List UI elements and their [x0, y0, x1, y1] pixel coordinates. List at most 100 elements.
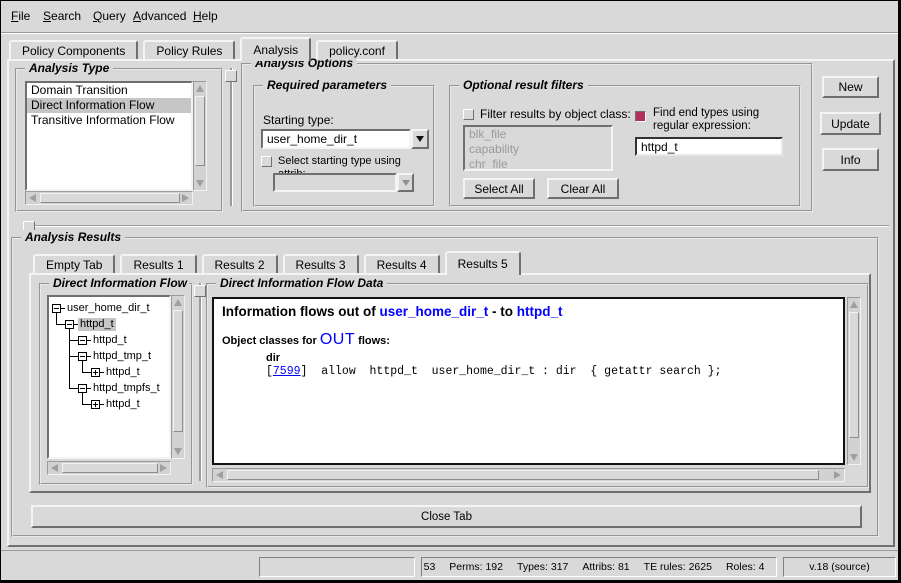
menu-help[interactable]: Help [193, 9, 218, 23]
update-button[interactable]: Update [820, 112, 881, 135]
tree-expand-icon[interactable] [91, 368, 100, 377]
data-hscrollbar[interactable] [212, 468, 845, 482]
tree-hscrollbar[interactable] [47, 461, 171, 475]
data-vscrollbar[interactable] [847, 297, 861, 465]
tree-collapse-icon[interactable] [78, 336, 87, 345]
analysis-type-listbox[interactable]: Domain TransitionDirect Information Flow… [25, 81, 193, 191]
sash-handle[interactable] [194, 285, 206, 297]
scrollbar-thumb[interactable] [173, 310, 183, 432]
flow-heading: Information flows out of user_home_dir_t… [222, 304, 835, 319]
starting-type-dropdown-button[interactable] [411, 129, 429, 149]
list-item[interactable]: blk_file [465, 127, 611, 142]
tree-connector [82, 361, 83, 373]
tree-node[interactable]: httpd_t [104, 366, 142, 379]
scroll-up-icon[interactable] [850, 301, 858, 308]
tree-node[interactable]: httpd_t [78, 318, 116, 331]
clear-all-label: Clear All [561, 182, 606, 196]
starting-type-combobox[interactable]: user_home_dir_t [261, 129, 411, 149]
object-class-listbox[interactable]: blk_filecapabilitychr_file [463, 125, 613, 171]
tree-node[interactable]: httpd_tmpfs_t [91, 382, 162, 395]
results-tab-results-5[interactable]: Results 5 [445, 251, 521, 275]
tab-policy-components[interactable]: Policy Components [9, 40, 138, 59]
menu-file[interactable]: File [11, 9, 30, 23]
scrollbar-thumb[interactable] [227, 470, 819, 480]
starting-type-label: Starting type: [263, 113, 334, 127]
menu-search[interactable]: Search [43, 9, 81, 23]
object-class-checkbox-row[interactable]: Filter results by object class: [463, 108, 631, 121]
status-cell-empty [259, 557, 415, 577]
tree-node[interactable]: httpd_t [104, 398, 142, 411]
apol-window: File Search Query Advanced Help Policy Compo… [0, 0, 901, 583]
tree-node[interactable]: httpd_tmp_t [91, 350, 153, 363]
menu-advanced[interactable]: Advanced [133, 9, 186, 23]
scroll-down-icon[interactable] [196, 180, 204, 187]
new-button[interactable]: New [822, 76, 879, 98]
flow-data-title: Direct Information Flow Data [216, 276, 387, 290]
tree-collapse-icon[interactable] [78, 352, 87, 361]
select-all-button[interactable]: Select All [463, 178, 535, 199]
scroll-up-icon[interactable] [196, 85, 204, 92]
scroll-up-icon[interactable] [174, 299, 182, 306]
results-tab-results-1[interactable]: Results 1 [120, 254, 196, 273]
attrib-checkbox[interactable] [261, 156, 272, 167]
results-tab-results-4[interactable]: Results 4 [364, 254, 440, 273]
attrib-dropdown-button[interactable] [397, 173, 414, 192]
scroll-left-icon[interactable] [216, 471, 223, 479]
required-parameters-title: Required parameters [263, 78, 391, 92]
list-item[interactable]: Domain Transition [27, 83, 191, 98]
update-button-label: Update [831, 117, 870, 131]
scroll-down-icon[interactable] [174, 448, 182, 455]
pane-sash-horizontal[interactable] [35, 225, 889, 227]
list-item[interactable]: chr_file [465, 157, 611, 171]
rule-number-link[interactable]: 7599 [273, 365, 301, 378]
list-item[interactable]: Transitive Information Flow [27, 113, 191, 128]
status-stat: Types: 317 [517, 561, 568, 573]
pane-sash-vertical[interactable] [230, 68, 233, 206]
scroll-left-icon[interactable] [51, 464, 58, 472]
scroll-left-icon[interactable] [29, 194, 36, 202]
scrollbar-thumb[interactable] [849, 312, 859, 438]
analysis-type-vscrollbar[interactable] [193, 81, 207, 191]
regex-checkbox[interactable] [635, 111, 646, 122]
info-button-label: Info [840, 153, 860, 167]
tab-policy-conf[interactable]: policy.conf [316, 40, 398, 59]
tree-collapse-icon[interactable] [52, 304, 61, 313]
list-item[interactable]: capability [465, 142, 611, 157]
scroll-right-icon[interactable] [160, 464, 167, 472]
scroll-down-icon[interactable] [850, 454, 858, 461]
tree-expand-icon[interactable] [91, 400, 100, 409]
results-tab-results-2[interactable]: Results 2 [202, 254, 278, 273]
results-sash-vertical[interactable] [199, 283, 202, 481]
regex-checkbox-label: Find end types using regular expression: [653, 107, 797, 133]
regex-input[interactable]: httpd_t [635, 137, 783, 156]
info-button[interactable]: Info [822, 148, 879, 171]
tab-policy-rules[interactable]: Policy Rules [143, 40, 235, 59]
tree-collapse-icon[interactable] [65, 320, 74, 329]
close-tab-button[interactable]: Close Tab [31, 505, 862, 528]
clear-all-button[interactable]: Clear All [547, 178, 619, 199]
scrollbar-thumb[interactable] [62, 463, 158, 473]
scrollbar-thumb[interactable] [40, 193, 180, 203]
regex-checkbox-row[interactable]: Find end types using regular expression: [635, 107, 797, 133]
tree-collapse-icon[interactable] [78, 384, 87, 393]
scroll-right-icon[interactable] [834, 471, 841, 479]
results-tab-empty-tab[interactable]: Empty Tab [33, 254, 115, 273]
tab-analysis[interactable]: Analysis [240, 37, 311, 61]
sash-handle[interactable] [225, 70, 237, 82]
flow-tree[interactable]: user_home_dir_t httpd_t httpd_t httpd_tmp_t… [47, 295, 171, 459]
menu-query[interactable]: Query [93, 9, 126, 23]
scrollbar-thumb[interactable] [195, 96, 205, 166]
heading-source-type: user_home_dir_t [379, 304, 488, 319]
tree-vscrollbar[interactable] [171, 295, 185, 459]
flow-data-textbox[interactable]: Information flows out of user_home_dir_t… [212, 297, 845, 465]
analysis-type-hscrollbar[interactable] [25, 191, 193, 205]
regex-input-value: httpd_t [641, 140, 678, 154]
object-class-checkbox[interactable] [463, 109, 474, 120]
tree-node[interactable]: user_home_dir_t [65, 302, 152, 315]
attrib-combobox-disabled[interactable] [273, 173, 397, 192]
flow-tree-title: Direct Information Flow Tree [49, 276, 189, 290]
tree-node[interactable]: httpd_t [91, 334, 129, 347]
list-item[interactable]: Direct Information Flow [27, 98, 191, 113]
scroll-right-icon[interactable] [182, 194, 189, 202]
results-tab-results-3[interactable]: Results 3 [283, 254, 359, 273]
